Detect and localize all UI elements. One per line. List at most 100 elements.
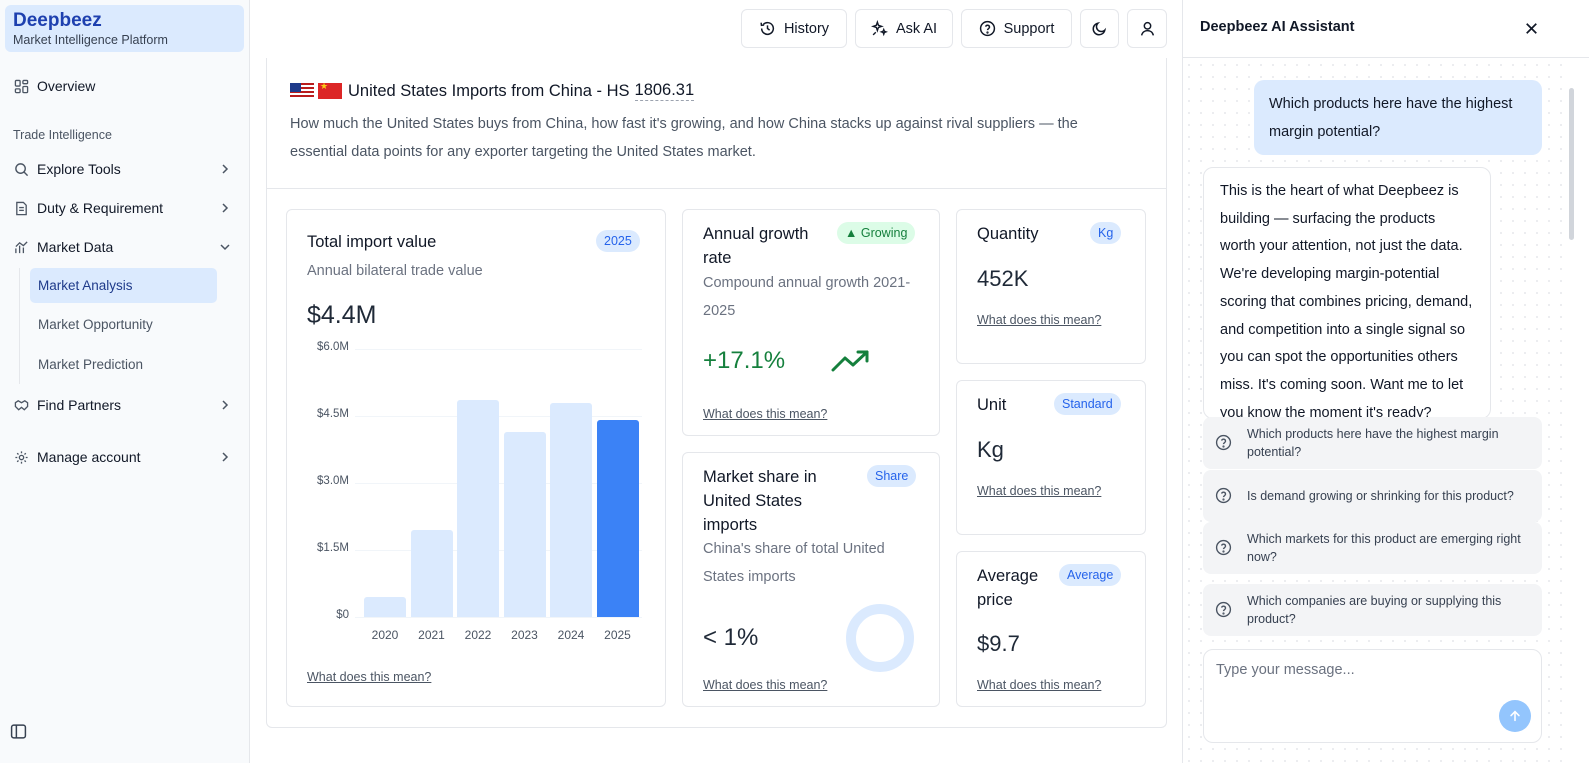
chevron-right-icon [222,400,229,410]
share-badge: Share [867,465,917,487]
sidebar-item-label: Duty & Requirement [37,200,164,216]
grid-icon [13,78,29,94]
gridline [355,349,642,350]
ask-ai-button[interactable]: Ask AI [855,9,953,48]
explain-link[interactable]: What does this mean? [703,407,827,421]
card-title: Unit [977,396,1007,414]
theme-toggle-button[interactable] [1080,9,1119,48]
card-title: Annual growth rate [703,225,809,267]
hs-code[interactable]: 1806.31 [634,81,695,101]
explain-link[interactable]: What does this mean? [307,670,431,684]
card-subtitle: Annual bilateral trade value [307,263,483,279]
moon-icon [1092,21,1107,36]
x-tick-label: 2025 [604,628,631,642]
sidebar-item-find-partners[interactable]: Find Partners [13,390,237,420]
y-tick-label: $3.0M [317,475,349,487]
help-circle-icon [1215,434,1232,451]
support-label: Support [1003,20,1055,37]
explain-link[interactable]: What does this mean? [977,313,1101,327]
chevron-right-icon [222,203,229,213]
nav-section-title: Trade Intelligence [13,128,112,142]
suggested-question[interactable]: Which companies are buying or supplying … [1203,584,1542,636]
sidebar-item-label: Find Partners [37,397,122,413]
bar-2025[interactable] [596,420,639,617]
close-icon[interactable] [1523,20,1540,37]
assistant-title: Deepbeez AI Assistant [1200,19,1355,35]
explain-link[interactable]: What does this mean? [977,484,1101,498]
average-badge: Average [1059,564,1122,586]
arrow-up-icon [1510,710,1520,722]
share-donut-chart [846,604,914,672]
suggestion-text: Which markets for this product are emerg… [1247,532,1521,564]
bar-2021[interactable] [410,529,453,617]
explain-link[interactable]: What does this mean? [703,678,827,692]
explain-link[interactable]: What does this mean? [977,678,1101,692]
submenu-guide-line [19,268,20,384]
sidebar-subitem-market-prediction[interactable]: Market Prediction [30,347,217,382]
trending-up-icon [831,350,869,372]
sidebar-item-label: Overview [37,78,96,94]
message-input[interactable] [1216,662,1516,678]
document-icon [13,200,29,216]
chat-scrollbar[interactable] [1569,88,1574,240]
help-circle-icon [1215,539,1232,556]
bar-2023[interactable] [503,431,546,617]
suggested-question[interactable]: Is demand growing or shrinking for this … [1203,470,1542,522]
ask-ai-label: Ask AI [895,20,938,37]
message-composer [1203,649,1542,743]
send-button[interactable] [1499,700,1531,732]
brand-tagline: Market Intelligence Platform [13,33,168,47]
us-flag-icon [290,83,314,99]
page-title: United States Imports from China - HS 18… [290,81,695,101]
sidebar-item-duty-requirement[interactable]: Duty & Requirement [13,193,237,223]
x-tick-label: 2021 [418,628,445,642]
sidebar-toggle-icon[interactable] [10,723,27,740]
sidebar-item-overview[interactable]: Overview [13,71,237,101]
card-subtitle: China's share of total United States imp… [703,541,885,585]
brand-name: Deepbeez [13,10,102,31]
card-value: 452K [977,266,1029,291]
chevron-right-icon [222,164,229,174]
year-badge: 2025 [596,230,640,252]
chevron-right-icon [222,452,229,462]
suggestion-text: Is demand growing or shrinking for this … [1247,489,1514,503]
card-title: Total import value [307,233,437,251]
history-icon [760,21,775,35]
suggested-question[interactable]: Which markets for this product are emerg… [1203,522,1542,574]
sidebar-item-label: Market Data [37,239,114,255]
x-tick-label: 2023 [511,628,538,642]
support-button[interactable]: Support [961,9,1072,48]
card-value: +17.1% [703,347,786,374]
user-icon [1140,21,1154,36]
history-button[interactable]: History [741,9,847,48]
sidebar-item-label: Manage account [37,449,141,465]
x-tick-label: 2022 [464,628,492,642]
card-title: Quantity [977,225,1039,243]
card-value: Kg [977,437,1004,462]
bar-2022[interactable] [457,400,499,617]
page-description: How much the United States buys from Chi… [290,116,1078,160]
sidebar-item-manage-account[interactable]: Manage account [13,442,237,472]
card-value: $4.4M [307,301,377,329]
help-circle-icon [979,20,995,37]
sidebar-subitem-market-analysis[interactable]: Market Analysis [30,268,217,303]
user-message: Which products here have the highest mar… [1254,80,1542,155]
page-title-text: United States Imports from China - HS [348,81,630,100]
profile-button[interactable] [1127,9,1167,48]
sidebar-item-market-data[interactable]: Market Data [13,232,237,262]
bar-2024[interactable] [550,402,592,617]
sidebar-subitem-market-opportunity[interactable]: Market Opportunity [30,307,217,342]
search-icon [13,161,29,177]
sidebar: Deepbeez Market Intelligence Platform Ov… [0,0,250,763]
brand-logo[interactable]: Deepbeez Market Intelligence Platform [5,5,244,52]
china-flag-icon [318,83,342,99]
sidebar-item-explore-tools[interactable]: Explore Tools [13,154,237,184]
assistant-header: Deepbeez AI Assistant [1183,0,1589,58]
sparkles-icon [870,20,888,37]
x-tick-label: 2024 [557,628,585,642]
suggestion-text: Which companies are buying or supplying … [1247,594,1502,626]
suggested-question[interactable]: Which products here have the highest mar… [1203,417,1542,469]
help-circle-icon [1215,487,1232,504]
bar-2020[interactable] [364,596,406,617]
growing-badge: ▲ Growing [837,222,916,244]
